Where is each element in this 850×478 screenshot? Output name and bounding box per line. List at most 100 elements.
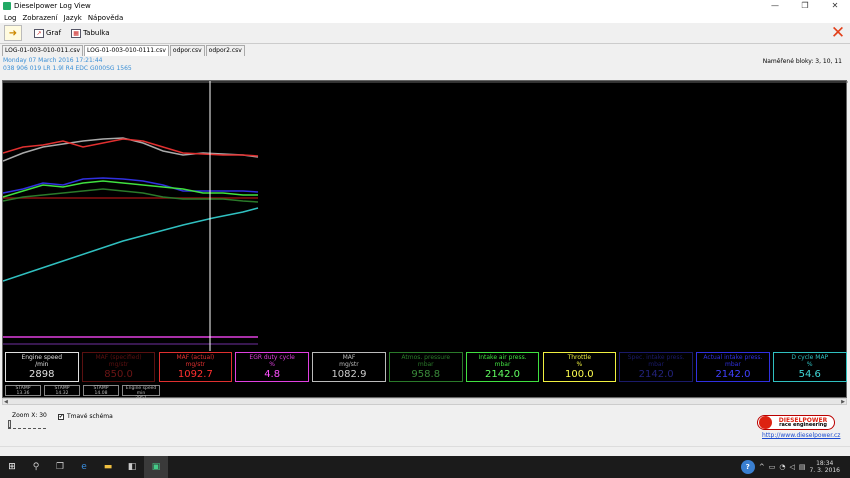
- close-log-button[interactable]: ✕: [830, 23, 846, 43]
- mini-gauge-3: Engine speed min2951: [122, 385, 160, 401]
- gauge-unit: /min: [35, 361, 49, 368]
- gauge-value: 850.0: [104, 369, 133, 380]
- dark-scheme-checkbox[interactable]: ✔ Tmavé schéma: [58, 413, 113, 420]
- dieselpower-logo: DIESELPOWER race engineering: [757, 415, 835, 430]
- gauge-unit: mg/str: [339, 361, 359, 368]
- checkbox-check-icon[interactable]: ✔: [58, 413, 64, 420]
- graf-button[interactable]: ↗ Graf: [34, 28, 61, 38]
- clock-date: 7. 3. 2016: [809, 467, 840, 474]
- gauge-9: Actual intake press. mbar 2142.0: [696, 352, 770, 382]
- log-date: Monday 07 March 2016 17:21:44: [3, 57, 103, 64]
- gauge-label: MAF: [342, 354, 356, 361]
- open-folder-button[interactable]: ➜: [4, 25, 22, 41]
- gauge-label: Engine speed: [21, 354, 63, 361]
- gauge-unit: mbar: [648, 361, 665, 368]
- gauge-value: 100.0: [565, 369, 594, 380]
- tab-file-3[interactable]: odpor.csv: [169, 45, 205, 56]
- scroll-left-icon[interactable]: ◀: [4, 399, 8, 405]
- gauge-7: Throttle% 100.0: [542, 352, 617, 382]
- gauge-unit: %: [576, 361, 583, 368]
- gauge-label: Atmos. pressure: [401, 354, 451, 361]
- windows-start-icon[interactable]: ⊞: [0, 456, 24, 478]
- search-icon[interactable]: ⚲: [24, 456, 48, 478]
- zoom-slider-thumb[interactable]: [8, 420, 11, 428]
- gauge-label: Actual intake press.: [703, 354, 763, 361]
- scroll-right-icon[interactable]: ▶: [841, 399, 845, 405]
- wifi-icon[interactable]: ◔: [779, 463, 785, 471]
- file-explorer-icon[interactable]: ▬: [96, 456, 120, 478]
- gauge-value: 2142.0: [715, 369, 751, 380]
- gauge-0: Engine speed/min 2898: [5, 352, 79, 382]
- toolbar: ➜ ↗ Graf ▦ Tabulka: [0, 23, 850, 44]
- clock[interactable]: 18:34 7. 3. 2016: [809, 460, 840, 474]
- mini-gauge-value: 13.36: [16, 391, 30, 396]
- tray-chevron-icon[interactable]: ^: [759, 463, 765, 471]
- task-view-icon[interactable]: ❐: [48, 456, 72, 478]
- mini-gauge-0: STAMP 13.36: [5, 385, 41, 396]
- dark-scheme-label: Tmavé schéma: [67, 413, 113, 420]
- menu-bar: Log Zobrazení Jazyk Nápověda: [0, 12, 850, 23]
- gauge-value: 958.8: [411, 369, 441, 380]
- zoom-slider[interactable]: [8, 420, 46, 429]
- edge-icon[interactable]: e: [72, 456, 96, 478]
- gauge-6: Intake air press. mbar 2142.0: [465, 352, 540, 382]
- gauge-value: 54.6: [798, 369, 821, 380]
- gauge-unit: mbar: [494, 361, 511, 368]
- menu-log[interactable]: Log: [4, 14, 17, 22]
- logo-circle-icon: [759, 416, 772, 429]
- gauge-8: Spec. intake press. mbar 2142.0: [619, 352, 693, 382]
- gauge-unit: %: [269, 361, 275, 368]
- system-tray: ? ^ ▭ ◔ ◁ ▤ 18:34 7. 3. 2016: [740, 456, 850, 478]
- network-icon[interactable]: ▭: [769, 463, 776, 471]
- tab-file-4[interactable]: odpor2.csv: [205, 45, 245, 56]
- log-chart[interactable]: Engine speed/min 2898 MAF (specified) mg/st…: [2, 80, 848, 401]
- menu-jazyk[interactable]: Jazyk: [64, 14, 82, 22]
- gauge-label: D cycle MAP: [791, 354, 829, 361]
- gauge-value: 1092.7: [177, 369, 213, 380]
- notification-icon[interactable]: ▤: [799, 463, 806, 471]
- store-icon[interactable]: ◧: [120, 456, 144, 478]
- mini-gauge-1: STAMP 14.32: [44, 385, 80, 396]
- ecu-id: 038 906 019 LR 1.9l R4 EDC G000SG 1565: [3, 65, 132, 72]
- gauge-value: 2898: [29, 369, 55, 380]
- bottom-panel: Zoom X: 30 ✔ Tmavé schéma DIESELPOWER rac…: [0, 406, 850, 448]
- graph-icon: ↗: [34, 28, 44, 38]
- gauge-label: Throttle: [567, 354, 592, 361]
- gauge-unit: %: [806, 361, 813, 368]
- tab-file-1[interactable]: LOG-01-003-010-011.csv: [2, 45, 84, 56]
- gauge-unit: mg/str: [185, 361, 206, 368]
- gauge-unit: mg/str: [108, 361, 129, 368]
- log-info: Monday 07 March 2016 17:21:44 038 906 01…: [3, 57, 132, 73]
- website-link[interactable]: http://www.dieselpower.cz: [762, 432, 840, 439]
- gauge-unit: mbar: [725, 361, 741, 368]
- file-tabs: LOG-01-003-010-011.csv LOG-01-003-010-01…: [2, 45, 246, 56]
- help-icon[interactable]: ?: [740, 460, 755, 474]
- menu-zobrazeni[interactable]: Zobrazení: [23, 14, 58, 22]
- logo-tagline: race engineering: [779, 421, 827, 428]
- gauge-10: D cycle MAP% 54.6: [773, 352, 847, 382]
- status-bar: [0, 446, 850, 456]
- mini-gauge-label: Engine speed min: [125, 386, 157, 396]
- chart-scrollbar[interactable]: ◀ ▶: [2, 398, 847, 405]
- app-icon: [3, 2, 11, 10]
- tabulka-button[interactable]: ▦ Tabulka: [71, 28, 110, 38]
- close-icon: ✕: [830, 23, 846, 43]
- close-window-button[interactable]: ✕: [820, 0, 850, 12]
- series-d-cycle-map: [3, 207, 259, 282]
- gauge-label: EGR duty cycle: [249, 354, 295, 361]
- maximize-button[interactable]: ❐: [790, 0, 820, 12]
- folder-arrow-icon: ➜: [8, 27, 18, 39]
- menu-napoveda[interactable]: Nápověda: [88, 14, 123, 22]
- tab-file-2[interactable]: LOG-01-003-010-0111.csv: [84, 45, 169, 56]
- gauge-value: 1082.9: [331, 369, 367, 380]
- window-title: Dieselpower Log View: [14, 2, 91, 10]
- tabulka-label: Tabulka: [83, 29, 110, 37]
- title-bar: Dieselpower Log View — ❐ ✕: [0, 0, 850, 12]
- zoom-label: Zoom X: 30: [12, 412, 47, 419]
- gauge-3: EGR duty cycle% 4.8: [235, 352, 309, 382]
- logview-app-icon[interactable]: ▣: [144, 456, 168, 478]
- gauge-value: 2142.0: [485, 369, 521, 380]
- gauge-label: MAF (specified): [95, 354, 142, 361]
- minimize-button[interactable]: —: [760, 0, 790, 12]
- volume-icon[interactable]: ◁: [789, 463, 794, 471]
